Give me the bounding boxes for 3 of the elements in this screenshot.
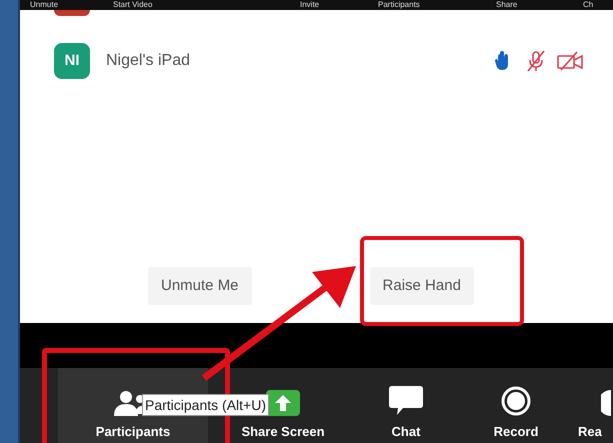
tooltip: Participants (Alt+U) — [142, 394, 269, 416]
participant-name: Nigel's iPad — [106, 51, 190, 71]
avatar: NI — [54, 43, 90, 79]
